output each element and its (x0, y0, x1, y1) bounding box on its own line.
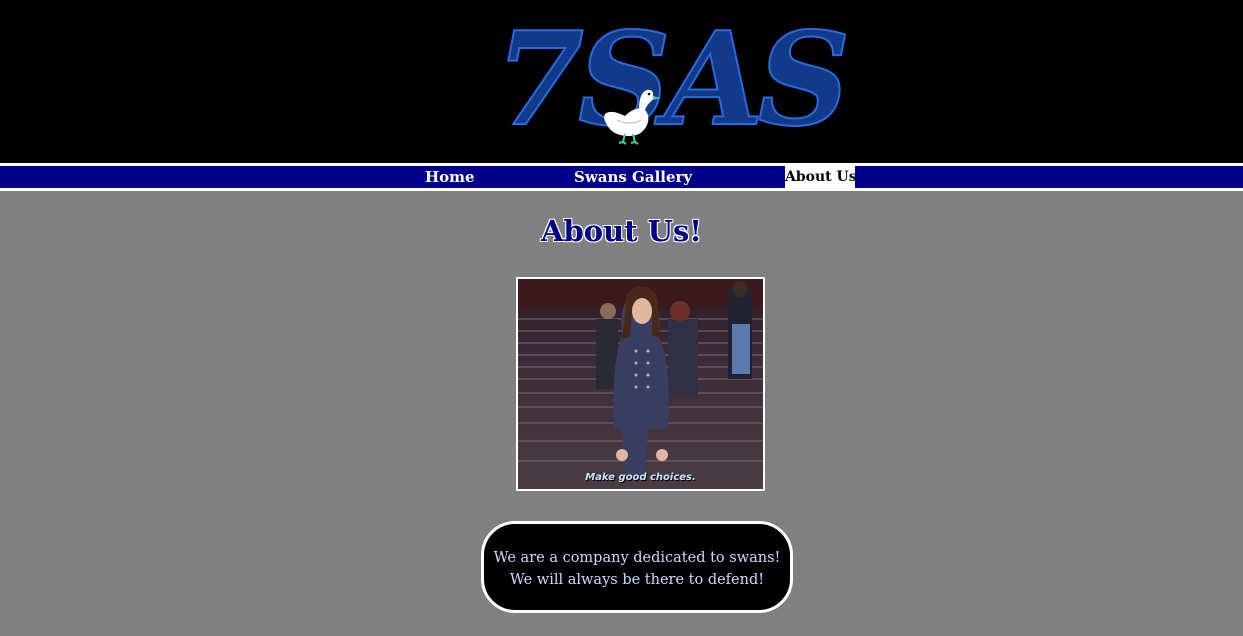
info-line-2: We will always be there to defend! (509, 572, 765, 588)
photo-caption: Make good choices. (585, 472, 696, 483)
nav-home-link[interactable]: Home (425, 166, 475, 188)
info-line-1: We are a company dedicated to swans! (493, 550, 781, 566)
info-box: We are a company dedicated to swans! We … (481, 521, 793, 613)
page-title: About Us! (540, 214, 703, 248)
nav-about-us-link[interactable]: About Us (785, 166, 857, 188)
swan-icon (604, 89, 661, 145)
nav-swans-gallery-link[interactable]: Swans Gallery (574, 166, 692, 188)
site-logo[interactable]: 7SAS (494, 5, 851, 155)
main-nav: Home Swans Gallery About Us (0, 163, 1243, 191)
photo-scene (518, 279, 763, 489)
site-header: 7SAS (0, 0, 1243, 163)
about-photo: Make good choices. (516, 277, 765, 491)
